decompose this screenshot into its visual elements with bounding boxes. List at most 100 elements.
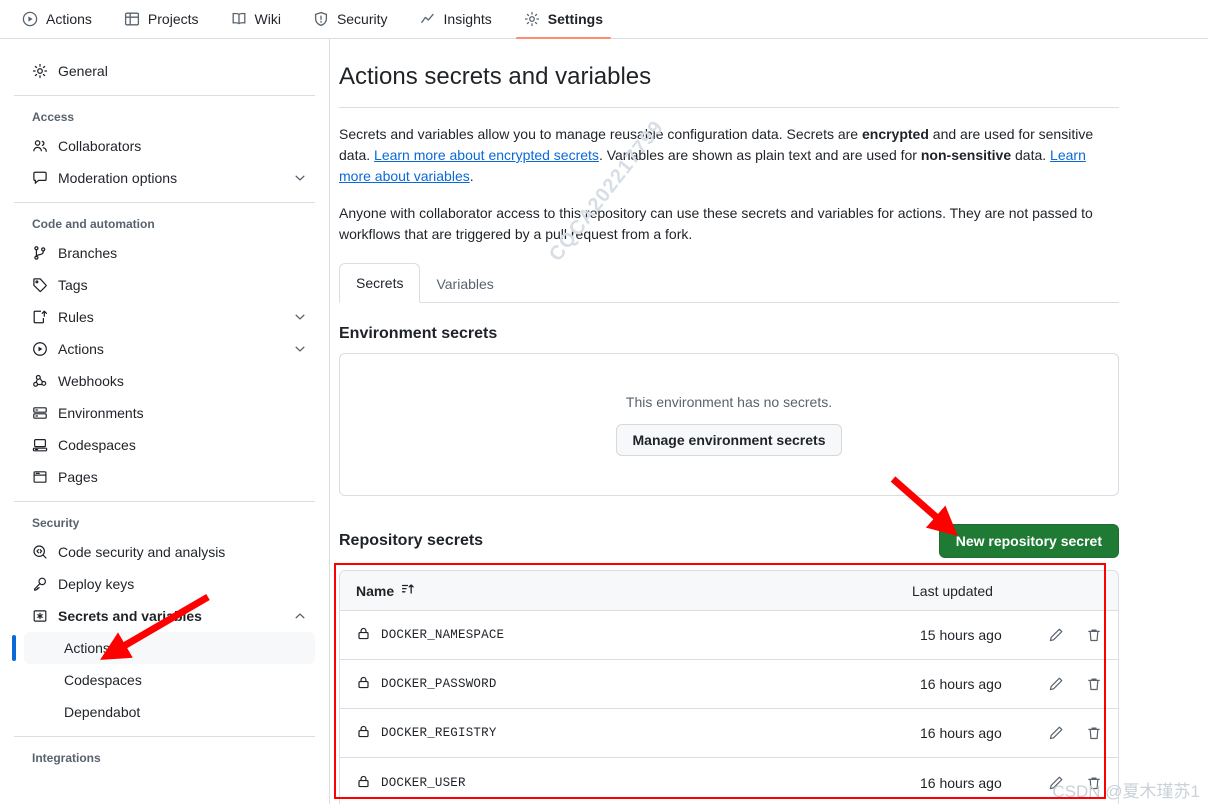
sidebar-item-environments[interactable]: Environments xyxy=(24,397,315,429)
sidebar-subitem-codespaces[interactable]: Codespaces xyxy=(24,664,315,696)
repository-secrets-heading: Repository secrets xyxy=(339,532,484,549)
sidebar-item-pages[interactable]: Pages xyxy=(24,461,315,493)
secret-name-cell: DOCKER_USER xyxy=(356,774,920,792)
nav-tab-label: Actions xyxy=(46,11,92,27)
tab-label: Variables xyxy=(436,276,494,292)
column-header-last-updated: Last updated xyxy=(912,582,993,599)
chevron-down-icon[interactable] xyxy=(293,310,307,324)
lock-icon xyxy=(356,675,371,693)
graph-icon xyxy=(420,11,436,27)
sidebar-item-collaborators[interactable]: Collaborators xyxy=(24,130,315,162)
manage-environment-secrets-button[interactable]: Manage environment secrets xyxy=(615,423,843,456)
sidebar-item-branches[interactable]: Branches xyxy=(24,237,315,269)
settings-sidebar: General Access Collaborators Moderation … xyxy=(0,39,330,804)
row-actions xyxy=(1048,725,1102,741)
rules-icon xyxy=(32,309,48,325)
sidebar-item-general[interactable]: General xyxy=(24,55,315,87)
lock-icon xyxy=(356,626,371,644)
sidebar-group-access: Access xyxy=(32,110,75,124)
sidebar-item-label: Deploy keys xyxy=(58,576,135,592)
sidebar-group-code-and-automation: Code and automation xyxy=(32,217,155,231)
table-row[interactable]: DOCKER_REGISTRY 16 hours ago xyxy=(340,709,1118,758)
chevron-up-icon[interactable] xyxy=(293,609,307,623)
page-title: Actions secrets and variables xyxy=(339,63,652,90)
row-actions xyxy=(1048,676,1102,692)
sort-asc-icon[interactable] xyxy=(401,582,415,599)
nav-tab-label: Security xyxy=(336,11,388,27)
asterisk-key-icon xyxy=(32,608,48,624)
sidebar-item-code-security-and-analysis[interactable]: Code security and analysis xyxy=(24,536,315,568)
sidebar-item-webhooks[interactable]: Webhooks xyxy=(24,365,315,397)
table-icon xyxy=(124,11,140,27)
nav-tab-security[interactable]: Security xyxy=(297,0,404,39)
codespaces-icon xyxy=(32,437,48,453)
nav-tab-actions[interactable]: Actions xyxy=(6,0,108,39)
sidebar-item-tags[interactable]: Tags xyxy=(24,269,315,301)
sidebar-divider xyxy=(14,95,315,96)
tab-secrets[interactable]: Secrets xyxy=(339,263,421,303)
link-encrypted-secrets[interactable]: Learn more about encrypted secrets xyxy=(374,147,599,163)
tag-icon xyxy=(32,277,48,293)
repository-secrets-table: Name Last updated DOCKER_NAMESPACE 15 ho… xyxy=(339,570,1119,804)
nav-tab-wiki[interactable]: Wiki xyxy=(215,0,297,39)
chevron-down-icon[interactable] xyxy=(293,342,307,356)
trash-icon[interactable] xyxy=(1086,676,1102,692)
chevron-down-icon[interactable] xyxy=(293,171,307,185)
comment-icon xyxy=(32,170,48,186)
intro-text-5: . xyxy=(469,168,474,184)
trash-icon[interactable] xyxy=(1086,627,1102,643)
intro-text-3: . Variables are shown as plain text and … xyxy=(598,147,921,163)
sidebar-subitem-label: Dependabot xyxy=(64,704,141,720)
branch-icon xyxy=(32,245,48,261)
tab-variables[interactable]: Variables xyxy=(420,265,509,303)
secret-name: DOCKER_PASSWORD xyxy=(381,677,497,691)
table-row[interactable]: DOCKER_NAMESPACE 15 hours ago xyxy=(340,611,1118,660)
trash-icon[interactable] xyxy=(1086,725,1102,741)
pencil-icon[interactable] xyxy=(1048,725,1064,741)
nav-tab-insights[interactable]: Insights xyxy=(404,0,508,39)
secret-name-cell: DOCKER_REGISTRY xyxy=(356,724,920,742)
secret-name-cell: DOCKER_PASSWORD xyxy=(356,675,920,693)
sidebar-item-secrets-and-variables[interactable]: Secrets and variables xyxy=(24,600,315,632)
new-repository-secret-button[interactable]: New repository secret xyxy=(938,524,1119,558)
row-actions xyxy=(1048,627,1102,643)
nav-tab-label: Insights xyxy=(443,11,492,27)
sidebar-item-codespaces[interactable]: Codespaces xyxy=(24,429,315,461)
key-icon xyxy=(32,576,48,592)
sidebar-item-label: Pages xyxy=(58,469,98,485)
row-actions xyxy=(1048,775,1102,791)
table-row[interactable]: DOCKER_USER 16 hours ago xyxy=(340,758,1118,804)
sidebar-item-actions[interactable]: Actions xyxy=(24,333,315,365)
intro-paragraph-1: Secrets and variables allow you to manag… xyxy=(339,124,1107,187)
sidebar-subitem-label: Actions xyxy=(64,640,110,656)
sidebar-item-rules[interactable]: Rules xyxy=(24,301,315,333)
nav-tab-label: Projects xyxy=(147,11,199,27)
table-row[interactable]: DOCKER_PASSWORD 16 hours ago xyxy=(340,660,1118,709)
secret-last-updated: 16 hours ago xyxy=(920,676,1002,692)
nav-tab-projects[interactable]: Projects xyxy=(108,0,215,39)
sidebar-divider xyxy=(14,202,315,203)
nav-tab-settings[interactable]: Settings xyxy=(508,0,619,39)
pencil-icon[interactable] xyxy=(1048,676,1064,692)
sidebar-subitem-dependabot[interactable]: Dependabot xyxy=(24,696,315,728)
table-header-row: Name Last updated xyxy=(340,571,1118,611)
codescan-icon xyxy=(32,544,48,560)
sidebar-group-security: Security xyxy=(32,516,80,530)
sidebar-item-moderation-options[interactable]: Moderation options xyxy=(24,162,315,194)
server-icon xyxy=(32,405,48,421)
pencil-icon[interactable] xyxy=(1048,775,1064,791)
trash-icon[interactable] xyxy=(1086,775,1102,791)
webhook-icon xyxy=(32,373,48,389)
intro-bold-non-sensitive: non-sensitive xyxy=(920,147,1012,163)
sidebar-item-label: Tags xyxy=(58,277,88,293)
sidebar-subitem-label: Codespaces xyxy=(64,672,142,688)
pencil-icon[interactable] xyxy=(1048,627,1064,643)
intro-text-1: Secrets and variables allow you to manag… xyxy=(339,126,862,142)
play-circle-icon xyxy=(22,11,38,27)
sidebar-item-label: Rules xyxy=(58,309,94,325)
intro-paragraph-2: Anyone with collaborator access to this … xyxy=(339,205,1093,242)
sidebar-subitem-actions[interactable]: Actions xyxy=(12,632,315,664)
column-header-name[interactable]: Name xyxy=(356,582,912,599)
play-circle-icon xyxy=(32,341,48,357)
sidebar-item-deploy-keys[interactable]: Deploy keys xyxy=(24,568,315,600)
